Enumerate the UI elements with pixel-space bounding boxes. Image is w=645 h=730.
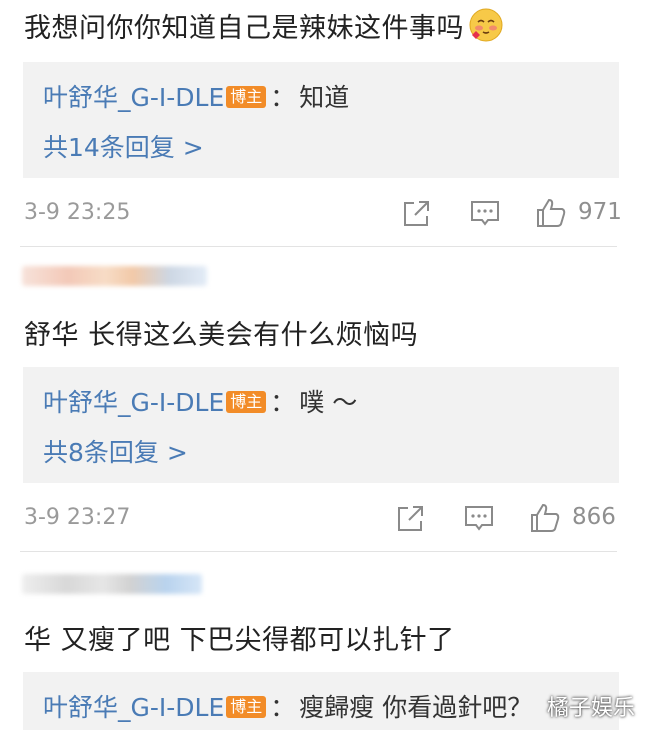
more-replies-link[interactable]: 共8条回复 > xyxy=(43,433,188,469)
comment-meta: 3-9 23:27 866 xyxy=(0,499,645,539)
comment-text: 华 又瘦了吧 下巴尖得都可以扎针了 xyxy=(24,625,455,656)
divider xyxy=(20,246,617,247)
reply-text: 噗 ～ xyxy=(299,388,358,417)
reply-author-link[interactable]: 叶舒华_G-I-DLE xyxy=(43,388,224,417)
comment-icon[interactable] xyxy=(468,196,502,230)
reply-text: 瘦歸瘦 你看過針吧？ xyxy=(299,693,533,722)
comment-text: 舒华 长得这么美会有什么烦恼吗 xyxy=(24,320,419,351)
reply-preview: 叶舒华_G-I-DLE 博主：瘦歸瘦 你看過針吧？ xyxy=(43,693,533,722)
reply-author-link[interactable]: 叶舒华_G-I-DLE xyxy=(43,693,224,722)
watermark: 橘子娱乐 xyxy=(546,696,635,721)
comment-meta: 3-9 23:25 971 xyxy=(0,194,645,234)
thumbs-up-icon[interactable] xyxy=(534,196,568,230)
reply-preview: 叶舒华_G-I-DLE 博主：知道 xyxy=(43,83,350,112)
host-badge: 博主 xyxy=(226,696,267,718)
host-badge: 博主 xyxy=(226,391,267,413)
reply-box[interactable]: 叶舒华_G-I-DLE 博主：知道 共14条回复 > xyxy=(23,62,619,178)
thumbs-up-icon[interactable] xyxy=(528,501,562,535)
blushing-face-emoji-icon xyxy=(468,7,504,50)
comment-text: 我想问你你知道自己是辣妹这件事吗 xyxy=(24,6,504,50)
like-count: 866 xyxy=(572,504,616,530)
comment-icon[interactable] xyxy=(462,501,496,535)
reply-text: 知道 xyxy=(299,83,350,112)
reply-preview: 叶舒华_G-I-DLE 博主：噗 ～ xyxy=(43,388,358,417)
reply-box[interactable]: 叶舒华_G-I-DLE 博主：瘦歸瘦 你看過針吧？ xyxy=(23,672,619,730)
timestamp: 3-9 23:25 xyxy=(24,200,131,225)
like-count: 971 xyxy=(578,199,622,225)
blurred-username xyxy=(22,574,202,594)
share-icon[interactable] xyxy=(400,196,434,230)
share-icon[interactable] xyxy=(394,501,428,535)
host-badge: 博主 xyxy=(226,86,267,108)
timestamp: 3-9 23:27 xyxy=(24,505,131,530)
reply-author-link[interactable]: 叶舒华_G-I-DLE xyxy=(43,83,224,112)
blurred-username xyxy=(22,266,207,286)
more-replies-link[interactable]: 共14条回复 > xyxy=(43,128,204,164)
divider xyxy=(20,551,617,552)
reply-box[interactable]: 叶舒华_G-I-DLE 博主：噗 ～ 共8条回复 > xyxy=(23,367,619,483)
